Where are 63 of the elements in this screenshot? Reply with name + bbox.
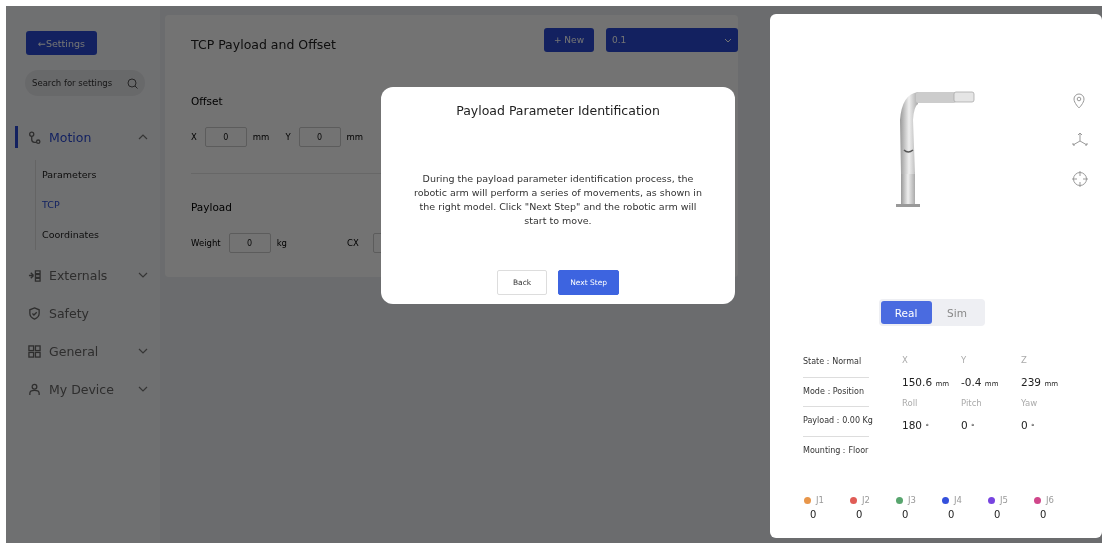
number-field[interactable]: 0 [228,233,271,253]
dialog-title: Payload Parameter Identification [456,103,660,118]
pose-label: Yaw [1021,398,1039,408]
pose-label: Y [961,355,968,365]
joint-label: J1 [816,495,824,505]
field-label: Y [285,132,291,142]
profile-select[interactable]: 0.1 [606,28,738,52]
section-title: Offset [191,95,223,107]
unit-label: mm [346,132,364,142]
field-label: X [191,132,197,142]
page-title: TCP Payload and Offset [191,37,337,52]
chevron-up-icon [138,134,148,140]
number-field[interactable]: 0 [298,127,341,147]
unit-label: kg [276,238,287,248]
axes-icon[interactable] [1072,132,1088,148]
joint-value: 0 [1040,509,1048,520]
field-label: CX [346,238,359,248]
pose-label: Roll [902,398,919,408]
new-button[interactable]: + New [544,28,594,52]
shield-icon [28,306,41,320]
joint-value: 0 [902,509,910,520]
joint-label: J6 [1046,495,1054,505]
chevron-down-icon [138,386,148,392]
joint-value: 0 [856,509,864,520]
status-text: Mode：Position [803,377,869,407]
pose-label: Pitch [961,398,983,408]
pose-label: Z [1021,355,1028,365]
dialog-message: During the payload parameter identification process, the robotic arm will perform a series of movements, as shown in the right model. Click "Next Step" and the robotic arm will start to move. [412,172,703,228]
joint-label: J5 [1000,495,1008,505]
pose-label: X [902,355,909,365]
joint-label: J4 [954,495,962,505]
sidebar-item[interactable]: My Device [49,381,138,397]
sidebar-item[interactable]: Safety [49,305,148,321]
joint-label: J2 [862,495,870,505]
status-text: Mounting：Floor [803,444,869,457]
joint-value: 0 [948,509,956,520]
sidebar-subitem[interactable]: Coordinates [36,220,160,250]
status-text: State：Normal [803,348,869,378]
back-button[interactable]: ←Settings [26,31,97,55]
joint-value: 0 [810,509,818,520]
branch-icon [28,130,41,144]
sidebar-subitem[interactable]: Parameters [36,160,160,190]
sidebar-item[interactable]: General [49,343,138,359]
chevron-down-icon [724,37,732,43]
mode-tab[interactable]: Real [880,301,932,324]
sidebar-subitem[interactable]: TCP [36,190,160,220]
chevron-down-icon [138,272,148,278]
search-field[interactable]: Search for settings [25,70,145,96]
sidebar-item[interactable]: Externals [49,267,138,283]
field-label: Weight [191,238,221,248]
location-pin-icon[interactable] [1072,93,1086,109]
joint-value: 0 [994,509,1002,520]
grid-icon [28,344,41,358]
crosshair-icon[interactable] [1072,171,1088,187]
unit-label: mm [252,132,270,142]
sidebar-item[interactable]: Motion [49,129,138,145]
joint-label: J3 [908,495,916,505]
number-field[interactable]: 0 [204,127,247,147]
user-icon [28,382,41,396]
section-title: Payload [191,201,232,213]
search-icon [127,78,138,89]
mode-tab[interactable]: Sim [931,301,983,324]
chevron-down-icon [138,348,148,354]
